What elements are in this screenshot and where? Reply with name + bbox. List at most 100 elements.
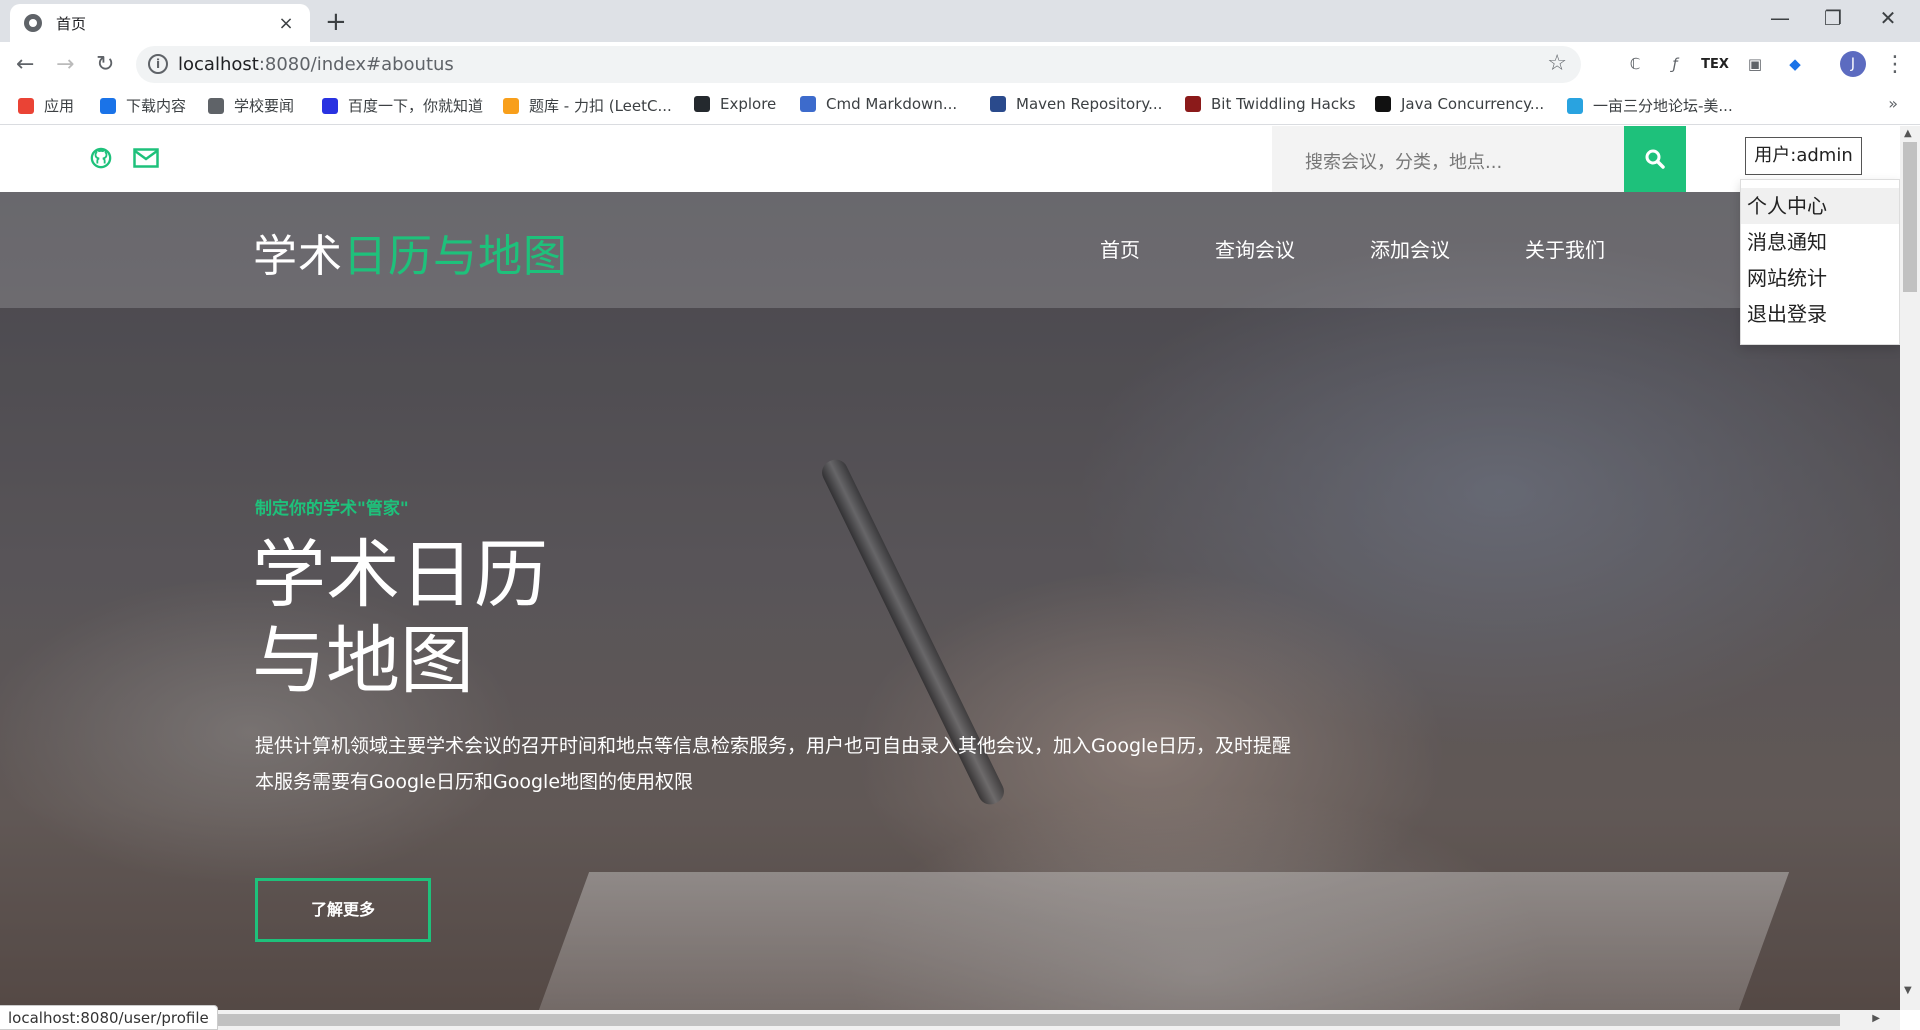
bookmark-item[interactable]: Explore bbox=[694, 95, 776, 113]
site-header: 学术日历与地图 首页 查询会议 添加会议 关于我们 bbox=[0, 192, 1900, 308]
nav-add-conference[interactable]: 添加会议 bbox=[1370, 234, 1450, 263]
learn-more-button[interactable]: 了解更多 bbox=[255, 878, 431, 942]
bookmark-item[interactable]: 学校要闻 bbox=[208, 95, 294, 116]
search-input[interactable]: 搜索会议，分类，地点... bbox=[1272, 126, 1624, 192]
logo-text-green: 日历与地图 bbox=[343, 231, 568, 282]
hero-description-line-1: 提供计算机领域主要学术会议的召开时间和地点等信息检索服务，用户也可自由录入其他会… bbox=[255, 735, 1292, 757]
bookmark-item[interactable]: 下载内容 bbox=[100, 95, 186, 116]
leetcode-icon bbox=[503, 97, 519, 114]
hero-section: 学术日历与地图 首页 查询会议 添加会议 关于我们 制定你的学术"管家" 学术日… bbox=[0, 192, 1900, 1010]
site-info-icon[interactable]: i bbox=[148, 54, 168, 74]
logo-text-white: 学术 bbox=[253, 231, 343, 282]
tab-strip: 首页 × + — ❐ ✕ bbox=[0, 0, 1920, 42]
nav-home[interactable]: 首页 bbox=[1100, 234, 1140, 263]
menu-item-statistics[interactable]: 网站统计 bbox=[1741, 260, 1899, 296]
bookmark-star-icon[interactable]: ☆ bbox=[1547, 51, 1567, 76]
bookmark-label: 学校要闻 bbox=[234, 97, 295, 115]
github-icon[interactable] bbox=[90, 147, 112, 175]
email-icon[interactable] bbox=[133, 147, 159, 175]
new-tab-button[interactable]: + bbox=[325, 7, 347, 37]
vertical-scrollbar[interactable]: ▲ ▼ bbox=[1900, 126, 1920, 1010]
user-dropdown-menu: 个人中心 消息通知 网站统计 退出登录 bbox=[1740, 179, 1900, 345]
user-menu-button[interactable]: 用户:admin bbox=[1745, 137, 1862, 175]
tex-extension-icon[interactable]: TEX bbox=[1701, 53, 1729, 75]
bookmark-label: Cmd Markdown... bbox=[826, 95, 958, 113]
browser-tab[interactable]: 首页 × bbox=[10, 4, 310, 42]
hero-title-line-1: 学术日历 bbox=[252, 532, 548, 618]
hero-description: 提供计算机领域主要学术会议的召开时间和地点等信息检索服务，用户也可自由录入其他会… bbox=[255, 728, 1291, 800]
cmd-icon bbox=[800, 96, 816, 112]
menu-item-notifications[interactable]: 消息通知 bbox=[1741, 224, 1899, 260]
forward-button[interactable]: → bbox=[56, 52, 74, 77]
horizontal-scrollbar[interactable]: ▶ bbox=[0, 1010, 1900, 1030]
tab-title: 首页 bbox=[56, 14, 87, 33]
hero-title: 学术日历 与地图 bbox=[252, 532, 548, 704]
bookmark-label: Maven Repository... bbox=[1016, 95, 1163, 113]
extension-icon-4[interactable]: ▣ bbox=[1744, 53, 1766, 75]
url-path: :8080/index#aboutus bbox=[258, 54, 454, 75]
bookmark-item[interactable]: 应用 bbox=[18, 95, 74, 116]
scroll-up-icon[interactable]: ▲ bbox=[1904, 128, 1912, 139]
baidu-icon bbox=[322, 97, 338, 114]
hero-title-line-2: 与地图 bbox=[252, 618, 474, 704]
minimize-button[interactable]: — bbox=[1760, 6, 1800, 30]
bookmark-item[interactable]: Cmd Markdown... bbox=[800, 95, 957, 113]
bookmark-item[interactable]: Bit Twiddling Hacks bbox=[1185, 95, 1356, 113]
profile-avatar[interactable]: J bbox=[1840, 51, 1866, 77]
url-text[interactable]: localhost:8080/index#aboutus bbox=[178, 54, 454, 75]
bookmark-item[interactable]: 百度一下，你就知道 bbox=[322, 95, 483, 116]
bookmark-label: Bit Twiddling Hacks bbox=[1211, 95, 1356, 113]
bookmark-item[interactable]: Maven Repository... bbox=[990, 95, 1162, 113]
menu-item-profile[interactable]: 个人中心 bbox=[1741, 188, 1899, 224]
globe-icon bbox=[24, 14, 42, 32]
tab-close-icon[interactable]: × bbox=[276, 13, 296, 34]
bookmark-item[interactable]: 题库 - 力扣 (LeetC... bbox=[503, 95, 672, 116]
restore-button[interactable]: ❐ bbox=[1813, 6, 1853, 30]
menu-item-logout[interactable]: 退出登录 bbox=[1741, 296, 1899, 332]
bookmark-label: 百度一下，你就知道 bbox=[348, 97, 484, 115]
globe-icon bbox=[208, 97, 224, 114]
vertical-scroll-thumb[interactable] bbox=[1903, 142, 1917, 292]
bookmark-label: 题库 - 力扣 (LeetC... bbox=[529, 97, 672, 115]
site-logo[interactable]: 学术日历与地图 bbox=[253, 220, 568, 284]
bithacks-icon bbox=[1185, 96, 1201, 112]
bookmark-item[interactable]: 一亩三分地论坛-美... bbox=[1567, 95, 1733, 116]
bookmark-label: 一亩三分地论坛-美... bbox=[1593, 97, 1733, 115]
reload-button[interactable]: ↻ bbox=[96, 52, 114, 77]
bookmark-item[interactable]: Java Concurrency... bbox=[1375, 95, 1544, 113]
forum-icon bbox=[1567, 97, 1583, 114]
url-host: localhost bbox=[178, 54, 259, 75]
nav-search-conference[interactable]: 查询会议 bbox=[1215, 234, 1295, 263]
hero-eyebrow: 制定你的学术"管家" bbox=[255, 499, 409, 519]
bookmarks-overflow-button[interactable]: » bbox=[1888, 94, 1898, 113]
status-url-bubble: localhost:8080/user/profile bbox=[0, 1005, 218, 1030]
scroll-down-icon[interactable]: ▼ bbox=[1904, 985, 1912, 996]
bookmark-label: 应用 bbox=[44, 97, 75, 115]
horizontal-scroll-thumb[interactable] bbox=[210, 1014, 1840, 1026]
search-placeholder: 搜索会议，分类，地点... bbox=[1305, 152, 1503, 173]
bookmarks-bar: 应用 下载内容 学校要闻 百度一下，你就知道 题库 - 力扣 (LeetC... Expl… bbox=[0, 87, 1920, 125]
site-top-bar: 搜索会议，分类，地点... 用户:admin bbox=[0, 126, 1900, 192]
download-icon bbox=[100, 97, 116, 114]
scroll-right-icon[interactable]: ▶ bbox=[1872, 1013, 1880, 1024]
bookmark-label: 下载内容 bbox=[126, 97, 187, 115]
browser-menu-icon[interactable]: ⋮ bbox=[1884, 52, 1906, 77]
bookmark-label: Explore bbox=[720, 95, 777, 113]
maven-icon bbox=[990, 96, 1006, 112]
address-bar[interactable]: i localhost:8080/index#aboutus ☆ bbox=[136, 46, 1581, 83]
extension-icon-1[interactable]: ℂ bbox=[1624, 53, 1646, 75]
search-icon bbox=[1645, 149, 1665, 169]
java-icon bbox=[1375, 96, 1391, 112]
hero-description-line-2: 本服务需要有Google日历和Google地图的使用权限 bbox=[255, 771, 694, 793]
window-close-button[interactable]: ✕ bbox=[1868, 6, 1908, 30]
extension-icon-5[interactable]: ◆ bbox=[1784, 53, 1806, 75]
nav-about-us[interactable]: 关于我们 bbox=[1525, 234, 1605, 263]
search-button[interactable] bbox=[1624, 126, 1686, 192]
github-icon bbox=[694, 96, 710, 112]
apps-icon bbox=[18, 97, 34, 114]
browser-toolbar: ← → ↻ i localhost:8080/index#aboutus ☆ ℂ… bbox=[0, 42, 1920, 87]
page-viewport: 搜索会议，分类，地点... 用户:admin 学术日历与地图 首页 查询会议 添… bbox=[0, 126, 1900, 1010]
back-button[interactable]: ← bbox=[16, 52, 34, 77]
extension-icon-2[interactable]: ƒ bbox=[1664, 53, 1686, 75]
bookmark-label: Java Concurrency... bbox=[1401, 95, 1545, 113]
